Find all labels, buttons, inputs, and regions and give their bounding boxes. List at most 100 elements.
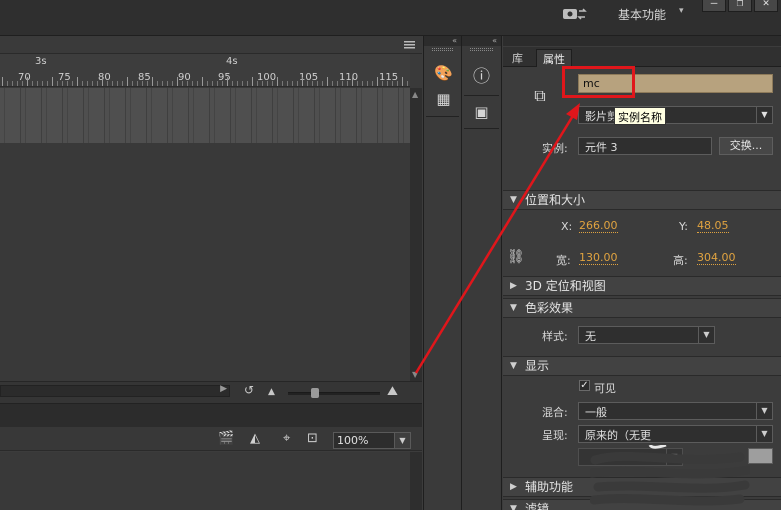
ruler-tick: [187, 81, 188, 86]
timeline-header: [0, 36, 422, 54]
maximize-button[interactable]: ❐: [728, 0, 752, 12]
section-color-effect[interactable]: ▼ 色彩效果: [503, 298, 781, 318]
chevron-down-icon[interactable]: ▼: [394, 433, 410, 448]
collapse-arrows-icon[interactable]: «: [424, 36, 461, 46]
second-marker: 3s: [35, 56, 47, 67]
ruler-tick: [77, 77, 78, 86]
timeline-horizontal-scrollbar[interactable]: ▶: [0, 384, 230, 397]
ruler-tick: [227, 77, 228, 86]
loop-icon[interactable]: ↺: [244, 383, 254, 397]
ruler-tick: [192, 81, 193, 86]
ruler-tick: [262, 81, 263, 86]
collapse-arrows-icon[interactable]: «: [462, 36, 501, 46]
blend-label: 混合:: [542, 406, 568, 419]
stage-canvas[interactable]: [0, 452, 410, 510]
ruler-tick: [242, 81, 243, 86]
panel-menu-icon[interactable]: [404, 41, 415, 49]
x-value[interactable]: 266.00: [579, 220, 618, 233]
style-select[interactable]: 无 ▼: [578, 326, 715, 344]
color-palette-icon[interactable]: 🎨: [424, 64, 463, 82]
symbol-type-select[interactable]: 影片剪 ▼: [578, 106, 773, 124]
chevron-down-icon[interactable]: ▼: [698, 327, 714, 343]
x-label: X:: [561, 220, 573, 233]
tab-properties[interactable]: 属性: [536, 49, 572, 67]
ruler-tick: [112, 81, 113, 86]
section-display[interactable]: ▼ 显示: [503, 356, 781, 376]
scroll-down-icon[interactable]: ▼: [412, 370, 418, 379]
ruler-tick: [47, 81, 48, 86]
scroll-right-icon[interactable]: ▶: [220, 384, 227, 394]
library-icon[interactable]: ▣: [462, 103, 501, 121]
slider-thumb[interactable]: [311, 388, 319, 398]
scroll-up-icon[interactable]: ▲: [412, 90, 418, 99]
timeline-layer-area: [0, 143, 410, 381]
ruler-tick: [137, 81, 138, 86]
ruler-tick: [157, 81, 158, 86]
visible-checkbox[interactable]: ✓: [579, 380, 590, 391]
scene-icon[interactable]: 🎬: [218, 431, 234, 446]
width-value[interactable]: 130.00: [579, 252, 618, 265]
workspace-sync-icon[interactable]: [562, 7, 588, 21]
zoom-select[interactable]: 100% ▼: [333, 432, 411, 449]
ruler-tick: [402, 77, 403, 86]
color-swatch[interactable]: [748, 448, 773, 464]
chevron-down-icon[interactable]: ▼: [756, 403, 772, 419]
ruler-tick: [222, 81, 223, 86]
ruler-tick: [317, 81, 318, 86]
blend-select[interactable]: 一般 ▼: [578, 402, 773, 420]
ruler-tick: [97, 81, 98, 86]
ruler-tick: [147, 81, 148, 86]
ruler-tick: [337, 81, 338, 86]
timeline-zoom-slider[interactable]: [288, 392, 380, 395]
stage-vertical-scrollbar[interactable]: [410, 452, 422, 510]
divider: [464, 95, 499, 96]
clip-content-icon[interactable]: ⊡: [307, 431, 318, 446]
render-select[interactable]: 原来的（无更 ▼: [578, 425, 773, 443]
y-value[interactable]: 48.05: [697, 220, 729, 233]
section-position-size[interactable]: ▼ 位置和大小: [503, 190, 781, 210]
ruler-tick: [152, 77, 153, 86]
ruler-tick: [72, 81, 73, 86]
swap-button[interactable]: 交换...: [719, 137, 773, 155]
grip-handle[interactable]: [470, 48, 493, 51]
info-icon[interactable]: ⓘ: [462, 62, 501, 87]
grip-handle[interactable]: [432, 48, 453, 51]
center-stage-icon[interactable]: ⌖: [283, 431, 290, 446]
collapsed-triangle-icon: ▶: [510, 482, 517, 492]
chevron-down-icon[interactable]: ▼: [756, 426, 772, 442]
ruler-tick: [397, 81, 398, 86]
symbol-edit-icon[interactable]: ◭: [250, 431, 260, 446]
panel-divider: [0, 403, 422, 427]
tooltip: 实例名称: [614, 107, 666, 125]
tab-library[interactable]: 库: [506, 49, 529, 67]
ruler-tick: [327, 77, 328, 86]
minimize-button[interactable]: —: [702, 0, 726, 12]
zoom-out-icon[interactable]: ▲: [268, 387, 275, 397]
ruler-tick: [142, 81, 143, 86]
ruler-tick: [312, 81, 313, 86]
section-3d-position[interactable]: ▶ 3D 定位和视图: [503, 276, 781, 296]
link-icon[interactable]: ⛓: [507, 249, 525, 265]
height-value[interactable]: 304.00: [697, 252, 736, 265]
ruler-tick: [257, 81, 258, 86]
ruler-tick: [42, 81, 43, 86]
zoom-value: 100%: [337, 434, 369, 447]
align-grid-icon[interactable]: ▦: [424, 90, 463, 108]
ruler-tick: [382, 81, 383, 86]
timeline-frames[interactable]: [0, 88, 410, 143]
ruler-tick: [247, 81, 248, 86]
style-label: 样式:: [542, 330, 568, 343]
chevron-down-icon[interactable]: ▼: [756, 107, 772, 123]
instance-of-label: 实例:: [542, 142, 568, 155]
timeline-ruler[interactable]: 3s 4s 70 75 80 85 90 95 100 105 110 115: [0, 54, 410, 87]
movieclip-symbol-icon: ⧉: [534, 86, 546, 105]
ruler-tick: [117, 81, 118, 86]
zoom-in-icon[interactable]: ⛰: [387, 384, 398, 399]
workspace-switcher-label[interactable]: 基本功能: [618, 6, 666, 23]
chevron-down-icon[interactable]: ▾: [679, 6, 684, 16]
ruler-tick: [62, 81, 63, 86]
timeline-vertical-scrollbar[interactable]: ▲ ▼: [410, 88, 422, 381]
redaction-scribble: [590, 445, 750, 506]
ruler-tick: [377, 77, 378, 86]
close-button[interactable]: ✕: [754, 0, 778, 12]
